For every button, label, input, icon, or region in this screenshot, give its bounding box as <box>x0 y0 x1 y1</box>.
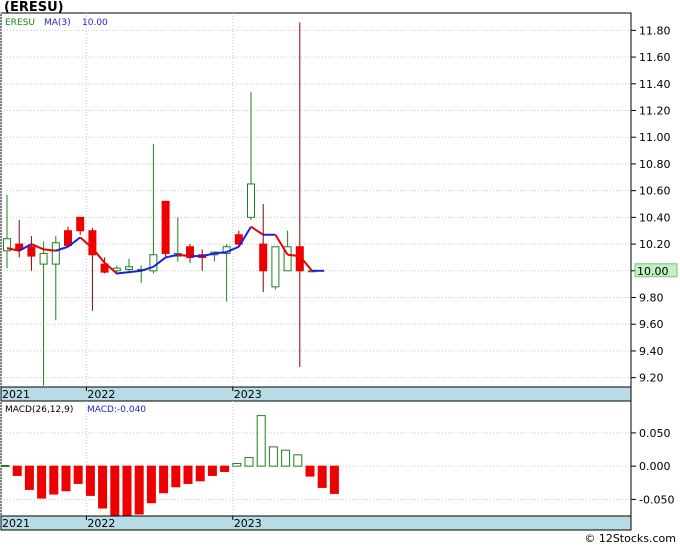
price-tick-label: 11.80 <box>639 24 671 37</box>
price-panel-frame <box>0 12 632 388</box>
macd-bar <box>329 465 339 494</box>
candle-body <box>76 216 85 232</box>
macd-bar <box>293 454 303 467</box>
macd-bar <box>220 465 230 472</box>
macd-bar <box>24 465 34 490</box>
last-price-label: 10.00 <box>637 265 669 278</box>
date-tick-label: 2023 <box>234 517 262 530</box>
candle-body <box>161 200 170 254</box>
macd-bar <box>207 465 217 476</box>
macd-bar <box>268 446 278 467</box>
price-tick-label: 11.00 <box>639 131 671 144</box>
price-tick-label: 10.80 <box>639 158 671 171</box>
date-tick-label: 2022 <box>87 388 115 401</box>
macd-bar <box>244 457 254 467</box>
price-tick-label: 9.80 <box>639 292 664 305</box>
macd-bar <box>122 465 132 517</box>
candle-body <box>64 230 72 246</box>
ticker-title: (ERESU) <box>4 0 64 15</box>
ma3-segment <box>128 269 142 274</box>
macd-bar <box>146 465 156 504</box>
macd-bar <box>0 464 10 467</box>
date-tick-label: 2021 <box>2 388 30 401</box>
price-tick-label: 10.20 <box>639 238 671 251</box>
price-tick-label: 9.60 <box>639 318 664 331</box>
macd-tick-label: -0.050 <box>639 493 674 506</box>
macd-bar <box>256 415 266 467</box>
macd-bar <box>159 465 169 494</box>
macd-bar <box>317 465 327 488</box>
price-tick-label: 10.60 <box>639 185 671 198</box>
price-legend-ma: MA(3) <box>44 18 71 28</box>
ma3-segment <box>177 253 191 258</box>
date-tick-label: 2021 <box>2 517 30 530</box>
macd-legend-label: MACD(26,12,9) <box>5 405 73 415</box>
macd-bar <box>171 465 181 488</box>
macd-tick-label: 0.050 <box>639 427 671 440</box>
price-tick-label: 11.40 <box>639 78 671 91</box>
price-tick-label: 9.20 <box>639 372 664 385</box>
macd-bar <box>232 462 242 467</box>
candle-body <box>27 246 36 257</box>
candle-body <box>39 252 48 265</box>
price-tick-label: 10.40 <box>639 211 671 224</box>
candle-body <box>51 242 60 265</box>
macd-bar <box>183 465 193 484</box>
macd-bar <box>110 465 120 517</box>
ma3-segment <box>116 271 130 275</box>
candle-body <box>259 243 268 272</box>
macd-bar <box>37 465 47 499</box>
price-legend-ma-value: 10.00 <box>82 18 108 28</box>
candle-body <box>125 266 133 270</box>
macd-bar <box>49 465 59 495</box>
price-tick-label: 11.60 <box>639 51 671 64</box>
ma3-segment <box>287 253 300 258</box>
macd-bar <box>85 465 95 496</box>
date-tick-label: 2023 <box>234 388 262 401</box>
macd-bar <box>305 465 315 477</box>
chart-svg: 11.80 11.60 11.40 11.20 11.00 10.80 10.60 10.40… <box>0 12 678 531</box>
price-tick-label: 11.20 <box>639 105 671 118</box>
price-tick-label: 9.40 <box>639 345 664 358</box>
chart-root: (ERESU) 11.80 11.60 11.40 11.20 11.00 10.80 10… <box>0 0 680 546</box>
price-legend-symbol: ERESU <box>5 18 35 28</box>
macd-bar <box>195 465 205 482</box>
ma3-segment <box>214 251 227 255</box>
macd-legend-value: MACD:-0.040 <box>87 405 146 415</box>
macd-bar <box>73 465 83 484</box>
macd-bar <box>281 449 291 467</box>
date-tick-label: 2022 <box>87 517 115 530</box>
candle-body <box>247 183 255 218</box>
watermark: © 12Stocks.com <box>584 532 676 545</box>
macd-bar <box>134 465 144 515</box>
macd-panel-frame <box>0 400 632 517</box>
macd-bar <box>61 465 71 492</box>
macd-bar <box>98 465 108 509</box>
macd-tick-label: 0.000 <box>639 460 671 473</box>
macd-bar <box>12 465 22 476</box>
candle-body <box>271 246 280 288</box>
ma3-segment <box>43 248 56 252</box>
